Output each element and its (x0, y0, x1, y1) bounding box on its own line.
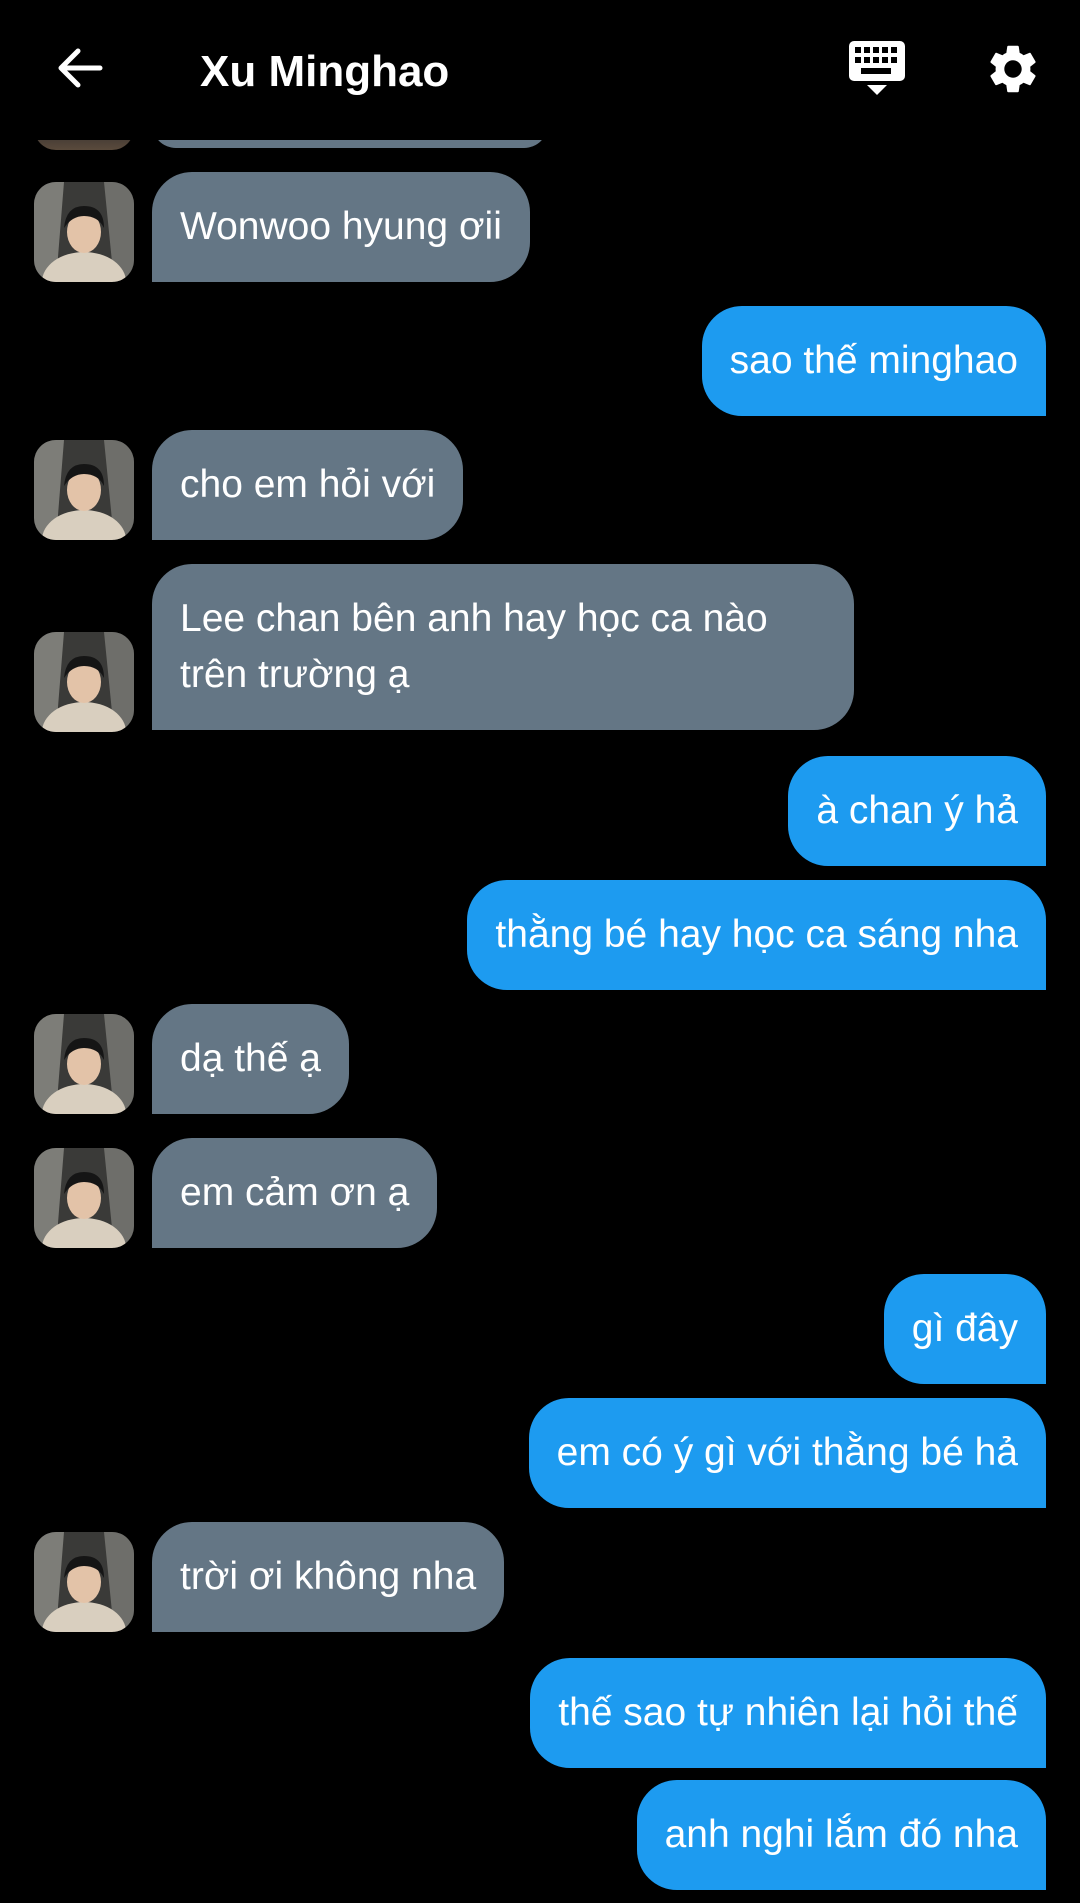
message-bubble-outgoing[interactable]: anh nghi lắm đó nha (636, 1780, 1046, 1890)
message-bubble-outgoing[interactable]: à chan ý hả (788, 756, 1046, 866)
avatar[interactable] (34, 440, 134, 540)
back-button[interactable] (50, 38, 110, 98)
message-bubble-incoming[interactable]: dạ thế ạ (152, 1004, 349, 1114)
message-bubble-outgoing[interactable]: em có ý gì với thằng bé hả (528, 1398, 1046, 1508)
avatar-photo (34, 1532, 134, 1632)
avatar[interactable] (34, 1014, 134, 1114)
gear-icon (990, 45, 1036, 93)
app-header: Xu Minghao (0, 0, 1080, 140)
keyboard-button[interactable] (846, 38, 908, 100)
message-bubble-incoming[interactable]: em cảm ơn ạ (152, 1138, 438, 1248)
avatar-photo (34, 632, 134, 732)
avatar-photo (34, 182, 134, 282)
message-bubble-outgoing[interactable]: sao thế minghao (701, 306, 1046, 416)
arrow-left-icon (58, 48, 103, 88)
message-bubble-incoming[interactable]: Lee chan bên anh hay học ca nào trên trư… (152, 564, 854, 730)
settings-button[interactable] (982, 38, 1044, 100)
avatar[interactable] (34, 1148, 134, 1248)
message-bubble-incoming[interactable]: cho em hỏi với (152, 430, 464, 540)
avatar[interactable] (34, 632, 134, 732)
avatar[interactable] (34, 1532, 134, 1632)
message-bubble-incoming[interactable]: trời ơi không nha (152, 1522, 505, 1632)
message-bubble-outgoing[interactable]: thế sao tự nhiên lại hỏi thế (530, 1658, 1046, 1768)
chat-thread[interactable]: Wonwoo hyung ơii sao thế minghao cho em … (0, 0, 1080, 1903)
message-bubble-outgoing[interactable]: thằng bé hay học ca sáng nha (467, 880, 1046, 990)
avatar-photo (34, 1014, 134, 1114)
page-title: Xu Minghao (200, 47, 450, 96)
message-bubble-incoming[interactable]: Wonwoo hyung ơii (152, 172, 530, 282)
keyboard-icon (849, 41, 905, 95)
avatar[interactable] (34, 182, 134, 282)
avatar-photo (34, 1148, 134, 1248)
avatar-photo (34, 440, 134, 540)
message-bubble-outgoing[interactable]: gì đây (883, 1274, 1046, 1384)
